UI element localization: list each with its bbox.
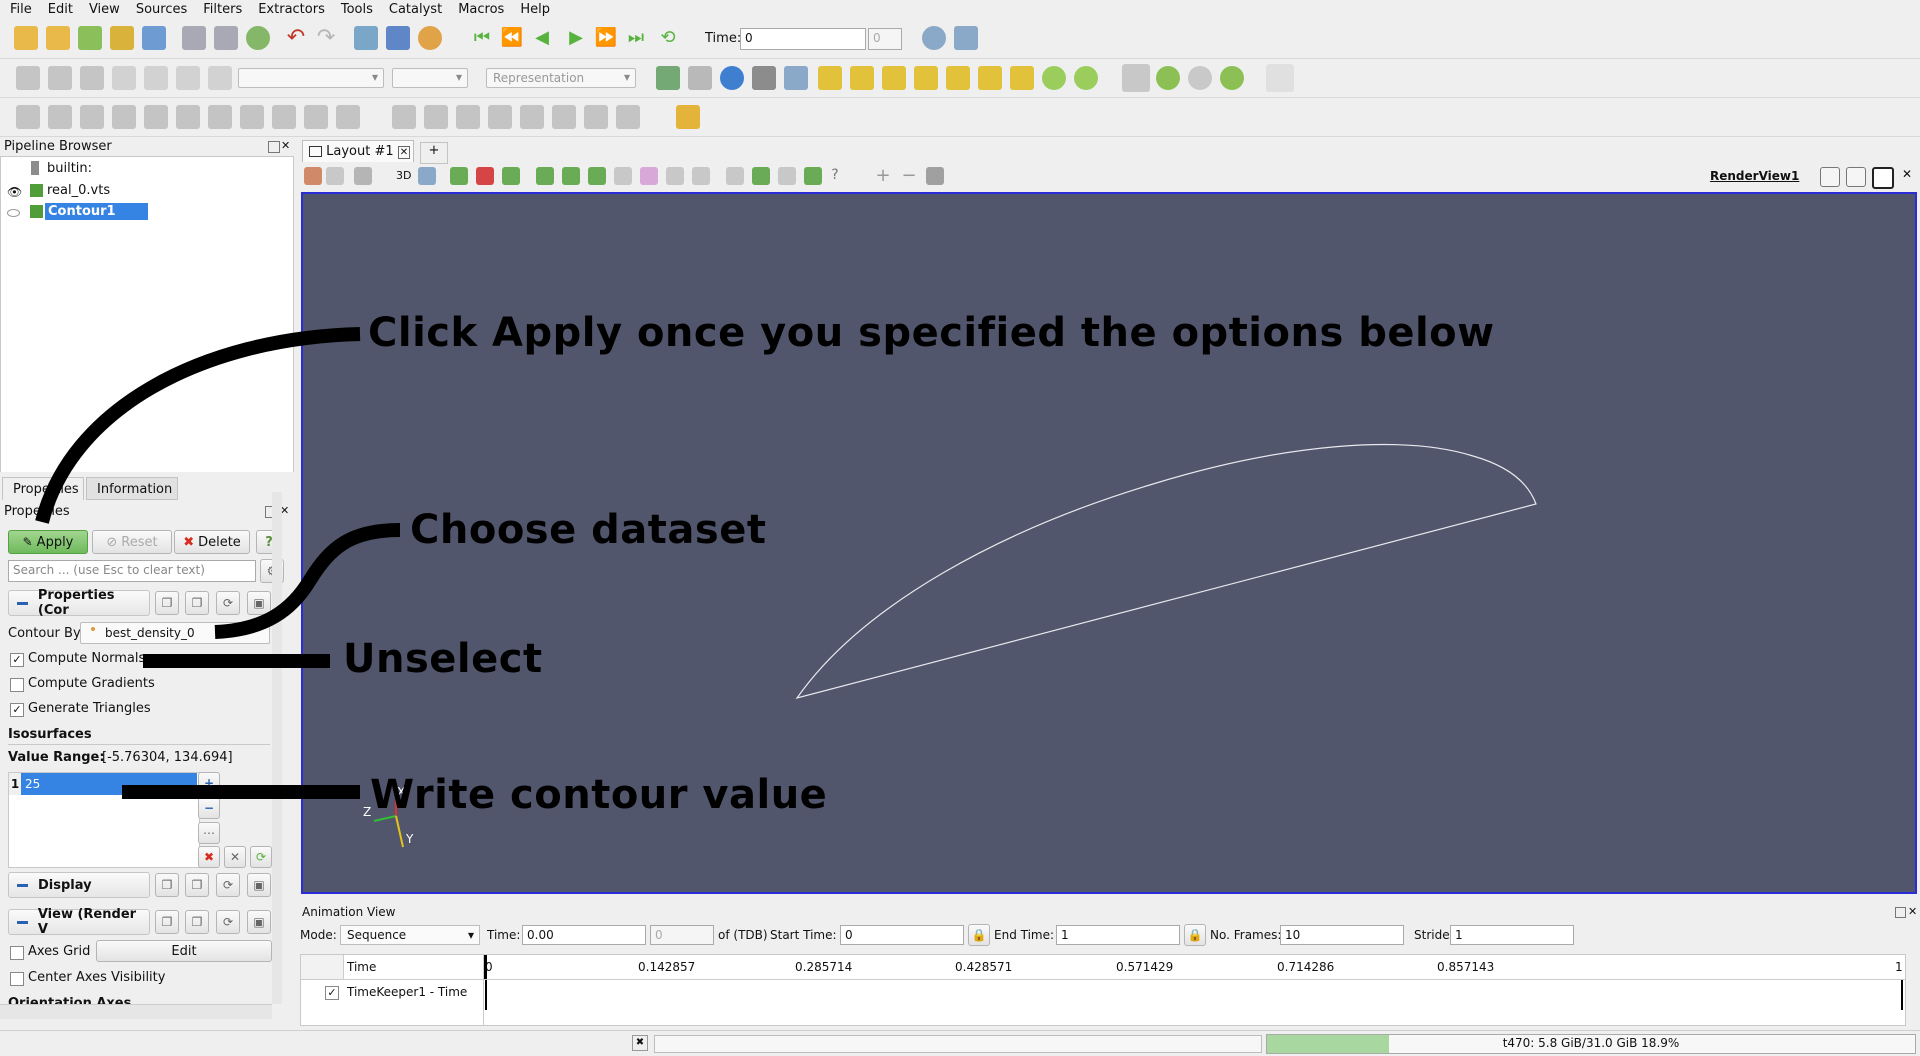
animation-view-title: Animation View bbox=[302, 905, 396, 919]
end-time-label: End Time: bbox=[994, 928, 1055, 942]
track-enable-checkbox[interactable]: ✓ bbox=[325, 986, 339, 1000]
anim-time-label: Time: bbox=[487, 928, 521, 942]
float-icon[interactable] bbox=[1895, 907, 1906, 918]
status-bar: ✖ t470: 5.8 GiB/31.0 GiB 18.9% bbox=[0, 1030, 1920, 1056]
start-time-input[interactable]: 0 bbox=[840, 925, 964, 945]
stride-label: Stride bbox=[1414, 928, 1450, 942]
annotation-overlay bbox=[35, 327, 401, 799]
lock-start-icon[interactable]: 🔒 bbox=[968, 924, 990, 946]
track-header-corner bbox=[301, 955, 344, 979]
mode-select[interactable]: Sequence ▾ bbox=[340, 925, 480, 945]
timeline-tick: 0.714286 bbox=[1277, 960, 1335, 974]
frames-input[interactable]: 10 bbox=[1280, 925, 1404, 945]
start-time-label: Start Time: bbox=[770, 928, 837, 942]
track-name: TimeKeeper1 - Time bbox=[347, 985, 468, 999]
animation-view-panel: Animation View ✕ Mode: Sequence ▾ Time: 0… bbox=[300, 904, 1920, 1026]
timeline-tick: 0.142857 bbox=[638, 960, 696, 974]
lock-end-icon[interactable]: 🔒 bbox=[1184, 924, 1206, 946]
of-tdb-label: of (TDB) bbox=[718, 928, 768, 942]
annotation-line-dataset bbox=[214, 523, 401, 639]
anim-time-index[interactable]: 0 bbox=[650, 925, 714, 945]
frames-label: No. Frames: bbox=[1210, 928, 1282, 942]
annotation-contour: Write contour value bbox=[370, 772, 828, 818]
timeline-tick: 0.857143 bbox=[1437, 960, 1495, 974]
timeline-tick: 1 bbox=[1895, 960, 1903, 974]
chevron-down-icon: ▾ bbox=[467, 928, 474, 942]
timeline-tick: 0.285714 bbox=[795, 960, 853, 974]
end-time-input[interactable]: 1 bbox=[1056, 925, 1180, 945]
progress-area bbox=[654, 1035, 1262, 1053]
memory-indicator[interactable]: t470: 5.8 GiB/31.0 GiB 18.9% bbox=[1266, 1034, 1916, 1054]
annotation-line-apply bbox=[35, 327, 361, 524]
timekeeper-track[interactable] bbox=[485, 980, 1903, 1010]
mode-label: Mode: bbox=[300, 928, 337, 942]
timeline-tick: 0.428571 bbox=[955, 960, 1013, 974]
time-column-header: Time bbox=[347, 960, 377, 974]
memory-text: t470: 5.8 GiB/31.0 GiB 18.9% bbox=[1502, 1036, 1680, 1050]
animation-track-table: Time 0 0.142857 0.285714 0.428571 0.5714… bbox=[300, 954, 1906, 1026]
stride-input[interactable]: 1 bbox=[1450, 925, 1574, 945]
timeline-tick: 0.571429 bbox=[1116, 960, 1174, 974]
close-icon[interactable]: ✕ bbox=[1908, 905, 1917, 918]
time-cursor[interactable] bbox=[484, 955, 487, 979]
annotation-dataset: Choose dataset bbox=[410, 507, 767, 553]
anim-time-input[interactable]: 0.00 bbox=[522, 925, 646, 945]
annotation-apply: Click Apply once you specified the optio… bbox=[368, 310, 1495, 356]
clear-status-icon[interactable]: ✖ bbox=[632, 1035, 648, 1051]
annotation-unselect: Unselect bbox=[343, 636, 543, 682]
